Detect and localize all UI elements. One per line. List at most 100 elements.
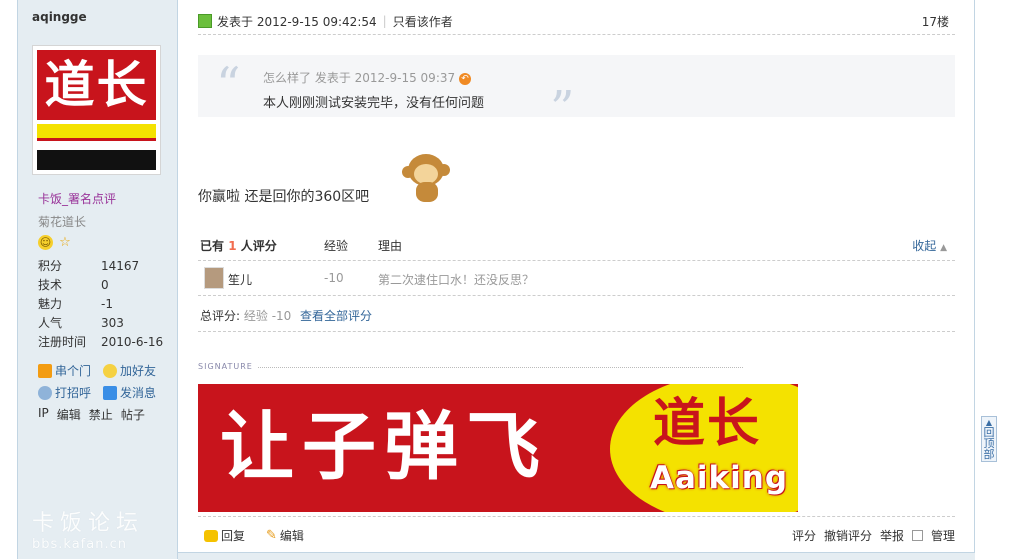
go-to-post-icon[interactable]: ↶: [458, 72, 471, 85]
floor-number[interactable]: 17楼: [922, 13, 949, 30]
total-rating: 总评分: 经验 -10: [200, 307, 291, 324]
avatar-yellow-stripe: [37, 124, 156, 138]
quote-meta-text: 怎么样了 发表于 2012-9-15 09:37: [263, 71, 456, 85]
avatar[interactable]: 道长: [32, 45, 161, 175]
manage-checkbox[interactable]: [911, 530, 923, 541]
view-all-ratings-link[interactable]: 查看全部评分: [300, 307, 372, 324]
avatar-image: 道长: [37, 50, 156, 170]
watermark-url: bbs.kafan.cn: [32, 537, 127, 552]
stat-label: 技术: [38, 278, 63, 292]
stat-row: 注册时间 2010-6-16: [38, 333, 163, 352]
quote-text: 本人刚刚测试安装完毕，没有任何问题: [263, 96, 485, 111]
reply-text: 你赢啦 还是回你的360区吧: [198, 189, 370, 205]
stat-row: 积分 14167: [38, 257, 163, 276]
total-value: 经验 -10: [243, 309, 292, 323]
avatar-black-stripe: [37, 150, 156, 170]
greet-link[interactable]: 打招呼: [38, 382, 91, 404]
stat-row: 技术 0: [38, 276, 163, 295]
posts-link[interactable]: 帖子: [121, 406, 145, 423]
smile-badge-icon[interactable]: ☺: [38, 235, 53, 250]
signature-label: SIGNATURE: [198, 362, 257, 371]
rating-col-exp: 经验: [324, 239, 349, 253]
edit-button[interactable]: ✎ 编辑: [266, 527, 304, 544]
author-actions: 串个门 加好友 打招呼 发消息: [38, 360, 156, 404]
author-sidebar: aqingge 道长 卡饭_署名点评 菊花道长 ☺ ☆ 积分 14167 技术 0 …: [17, 0, 178, 559]
action-row: 串个门 加好友: [38, 360, 156, 382]
rating-title-prefix: 已有: [200, 239, 225, 253]
reply-label: 回复: [221, 529, 246, 543]
rating-col-reason: 理由: [378, 239, 403, 253]
rating-row: 笙儿 -10 第二次逮住口水！还没反思？: [198, 262, 955, 296]
rate-button[interactable]: 评分: [792, 527, 816, 544]
avatar-text: 道长: [44, 55, 149, 114]
star-badge-icon[interactable]: ☆: [57, 235, 72, 250]
undo-rate-button[interactable]: 撤销评分: [824, 527, 872, 544]
total-label: 总评分:: [200, 309, 241, 323]
forum-watermark: 卡饭论坛 bbs.kafan.cn: [32, 505, 144, 552]
monkey-face: [414, 164, 438, 184]
banner-slogan: 让子弹飞: [220, 404, 548, 490]
rating-total: 总评分: 经验 -10 查看全部评分: [198, 296, 955, 332]
post-content-area: 发表于 2012-9-15 09:42:54 | 只看该作者 17楼 “ 怎么样…: [178, 0, 975, 560]
add-friend-link[interactable]: 加好友: [103, 360, 156, 382]
greet-icon: [38, 386, 52, 400]
post-time: 发表于 2012-9-15 09:42:54: [217, 14, 377, 29]
stat-value: 0: [101, 278, 109, 292]
online-status-icon: [198, 14, 212, 28]
monkey-emoticon-icon: [400, 150, 454, 204]
back-to-top-label: 回顶部: [983, 426, 995, 461]
back-to-top-button[interactable]: ▲ 回顶部: [981, 416, 997, 462]
rating-title: 已有 1 人评分: [200, 237, 277, 254]
only-author-link[interactable]: 只看该作者: [393, 13, 453, 30]
edit-label: 编辑: [279, 529, 304, 543]
quote-block: “ 怎么样了 发表于 2012-9-15 09:37 ↶ 本人刚刚测试安装完毕，…: [198, 55, 955, 137]
add-friend-icon: [103, 364, 118, 378]
visit-space-link[interactable]: 串个门: [38, 360, 91, 382]
avatar-red-line: [37, 138, 156, 141]
pencil-icon: ✎: [266, 528, 277, 543]
ban-link[interactable]: 禁止: [89, 406, 113, 423]
medal-badges: ☺ ☆: [38, 234, 72, 250]
banner-brand-en: Aaiking: [650, 460, 789, 496]
stat-value: -1: [101, 297, 113, 311]
stat-label: 魅力: [38, 297, 63, 311]
collapse-label: 收起: [912, 239, 937, 253]
envelope-icon: [103, 386, 118, 400]
stat-row: 人气 303: [38, 314, 163, 333]
post-admin-actions: 评分 撤销评分 举报 管理: [792, 527, 955, 544]
stat-value: 14167: [101, 259, 140, 273]
greet-label: 打招呼: [55, 386, 92, 400]
action-row: 打招呼 发消息: [38, 382, 156, 404]
rating-title-suffix: 人评分: [240, 239, 277, 253]
home-icon: [38, 364, 52, 378]
post-footer: 回复 ✎ 编辑 评分 撤销评分 举报 管理: [198, 516, 955, 551]
reply-button[interactable]: 回复: [204, 527, 245, 544]
reply-icon: [204, 529, 218, 542]
banner-brand: 道长: [653, 393, 762, 454]
separator: |: [382, 14, 387, 28]
visit-label: 串个门: [55, 364, 92, 378]
add-friend-label: 加好友: [120, 364, 157, 378]
rater-avatar[interactable]: [204, 267, 224, 289]
ip-link[interactable]: IP: [38, 406, 49, 423]
collapse-rating-link[interactable]: 收起 ▲: [912, 237, 947, 254]
post-header: 发表于 2012-9-15 09:42:54 | 只看该作者 17楼: [198, 8, 955, 35]
collapse-arrow-icon: ▲: [940, 243, 947, 253]
admin-edit-link[interactable]: 编辑: [57, 406, 81, 423]
stat-value: 2010-6-16: [101, 335, 164, 349]
signature-dotted-line: [198, 367, 743, 368]
user-group-link[interactable]: 卡饭_署名点评: [38, 190, 116, 207]
report-button[interactable]: 举报: [880, 527, 904, 544]
admin-links: IP 编辑 禁止 帖子: [38, 406, 145, 423]
send-message-link[interactable]: 发消息: [103, 382, 156, 404]
signature-banner[interactable]: 让子弹飞 道长 Aaiking: [198, 384, 798, 512]
stat-row: 魅力 -1: [38, 295, 163, 314]
monkey-body: [416, 182, 438, 202]
stat-label: 人气: [38, 316, 63, 330]
rater-name[interactable]: 笙儿: [228, 271, 252, 288]
page-margin: [0, 0, 17, 559]
stat-value: 303: [101, 316, 124, 330]
author-name[interactable]: aqingge: [32, 10, 87, 24]
stat-label: 积分: [38, 259, 63, 273]
message-label: 发消息: [120, 386, 157, 400]
